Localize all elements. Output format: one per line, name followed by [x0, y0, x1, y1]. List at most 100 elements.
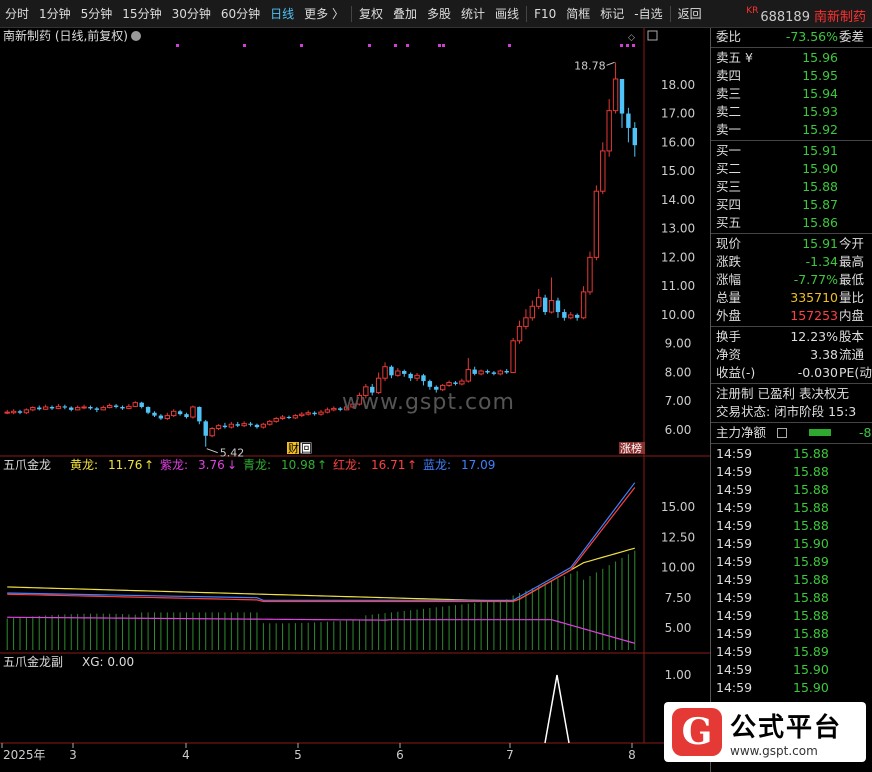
signal-dot — [438, 44, 441, 47]
stock-name[interactable]: 南新制药 — [814, 10, 866, 25]
candle-body — [619, 79, 625, 114]
signal-dot — [368, 44, 371, 47]
lanlong-line — [7, 482, 636, 601]
panel-toggle-icon — [647, 30, 658, 41]
bid-row: 买一 15.91 — [711, 142, 872, 160]
indicator1-name: 五爪金龙 — [3, 457, 51, 472]
candle-body — [555, 300, 561, 313]
toolbar-item[interactable]: -自选 — [629, 5, 667, 22]
diamond-icon: ◇ — [628, 33, 635, 43]
toolbar-item[interactable]: 5分钟 — [76, 5, 118, 22]
toolbar-item[interactable]: 日线 — [265, 5, 299, 22]
tick-row: 14:59 15.88 — [711, 607, 872, 625]
toolbar-item[interactable]: F10 — [529, 7, 561, 21]
bid-row-value: 15.88 — [802, 179, 838, 194]
tick-row: 14:59 15.89 — [711, 553, 872, 571]
tick-row: 14:59 15.88 — [711, 463, 872, 481]
candle-body — [446, 382, 452, 386]
candle-body — [120, 406, 125, 409]
indicator-label-arrow: ↑ — [317, 458, 327, 472]
tick-row: 14:59 15.90 — [711, 661, 872, 679]
toolbar-item[interactable]: 60分钟 — [216, 5, 265, 22]
candle-body — [241, 423, 247, 427]
indicator-label-value: 3.76 — [198, 458, 225, 472]
y-tick-label: 13.00 — [661, 222, 695, 236]
ask-row-label: 卖一 — [716, 122, 742, 137]
signal-dot — [626, 44, 629, 47]
toolbar-item[interactable]: 复权 — [354, 5, 388, 22]
toolbar-item[interactable]: 统计 — [456, 5, 490, 22]
gspt-logo: G 公式平台 www.gspt.com — [664, 702, 866, 762]
candle-body — [421, 375, 426, 382]
y-tick-label: 17.00 — [661, 107, 695, 121]
tick-time: 14:59 — [716, 554, 753, 569]
candle-body — [113, 405, 119, 407]
signal-dot — [442, 44, 445, 47]
candle-body — [305, 412, 311, 415]
indicator-label-value: 16.71 — [371, 458, 405, 472]
tag-hui: 回 — [301, 442, 312, 455]
main-flow-row[interactable]: 主力净额 -8 — [711, 424, 872, 442]
bid-row-label: 买二 — [716, 161, 742, 176]
tick-time: 14:59 — [716, 572, 753, 587]
toolbar-item[interactable]: 30分钟 — [167, 5, 216, 22]
candle-body — [88, 406, 93, 409]
quote-panel: 委比 -73.56% 委差 卖五 ¥ 15.96 卖四 15.95 卖三 15.94 卖二 1… — [710, 28, 872, 772]
candle-body — [574, 314, 580, 318]
candle-body — [497, 370, 504, 375]
toolbar-item[interactable]: 叠加 — [388, 5, 422, 22]
toolbar-item[interactable]: 返回 — [673, 5, 707, 22]
toolbar-item[interactable]: 多股 — [422, 5, 456, 22]
candle-body — [100, 407, 106, 411]
tick-list[interactable]: 14:59 15.88 14:59 15.88 14:59 15.88 14:59 15.88… — [711, 445, 872, 697]
candle-body — [164, 415, 171, 419]
low-arrow — [206, 448, 218, 454]
list-icon[interactable] — [777, 428, 787, 438]
tick-row: 14:59 15.90 — [711, 535, 872, 553]
tick-price: 15.90 — [793, 662, 829, 677]
tick-row: 14:59 15.88 — [711, 481, 872, 499]
bid-list: 买一 15.91 买二 15.90 买三 15.88 买四 15.87 买五 15.86 — [711, 142, 872, 232]
stat-row-value: 12.23% — [790, 329, 838, 344]
toolbar-separator — [669, 5, 671, 22]
candle-body — [600, 150, 606, 192]
tick-time: 14:59 — [716, 500, 753, 515]
stat-row-label2: PE(动 — [839, 365, 872, 380]
candle-body — [529, 305, 536, 319]
weicha-label: 委差 — [839, 29, 865, 44]
stat-row-label: 外盘 — [716, 308, 742, 323]
bid-row-value: 15.86 — [802, 215, 838, 230]
stat-row-value: 335710 — [790, 290, 838, 305]
divider — [711, 326, 872, 327]
toolbar-item[interactable]: 15分钟 — [117, 5, 166, 22]
toolbar-item[interactable]: 标记 — [595, 5, 629, 22]
bid-row-value: 15.90 — [802, 161, 838, 176]
x-tick-label: 6 — [396, 748, 404, 762]
stat-row-label: 涨跌 — [716, 254, 742, 269]
indicator-label-value: 10.98 — [281, 458, 315, 472]
tick-time: 14:59 — [716, 590, 753, 605]
watermark: www.gspt.com — [342, 390, 515, 415]
toolbar-item[interactable]: 1分钟 — [34, 5, 76, 22]
stat-row: 换手 12.23% 股本 — [711, 328, 872, 346]
toolbar-item[interactable]: 分时 — [0, 5, 34, 22]
chart-area[interactable]: 南新制药 (日线,前复权) ◇ 18.00 17.00 16.00 15.00 14.00 1… — [0, 28, 710, 772]
tick-price: 15.88 — [793, 608, 829, 623]
toolbar-item[interactable]: 画线 — [490, 5, 524, 22]
indicator-label-value: 17.09 — [461, 458, 495, 472]
stat-row-value: -1.34 — [805, 254, 838, 269]
indicator2-name: 五爪金龙副 — [3, 654, 63, 669]
candle-body — [562, 312, 567, 318]
stat-row-label: 总量 — [716, 290, 742, 305]
signal-dot — [394, 44, 397, 47]
toolbar-item[interactable]: 简框 — [561, 5, 595, 22]
candle-body — [427, 381, 433, 387]
tick-time: 14:59 — [716, 608, 753, 623]
indicator-label-arrow: ↓ — [227, 458, 237, 472]
y-tick-label: 6.00 — [665, 423, 692, 437]
ask-row: 卖四 15.95 — [711, 67, 872, 85]
stat-row-label2: 量比 — [839, 290, 865, 305]
ask-row-label: 卖四 — [716, 68, 742, 83]
toolbar-item[interactable]: 更多 〉 — [299, 5, 349, 22]
stats-list: 现价 15.91 今开 涨跌 -1.34 最高 涨幅 -7.77% 最低 总量 335710 量比 外盘… — [711, 235, 872, 325]
